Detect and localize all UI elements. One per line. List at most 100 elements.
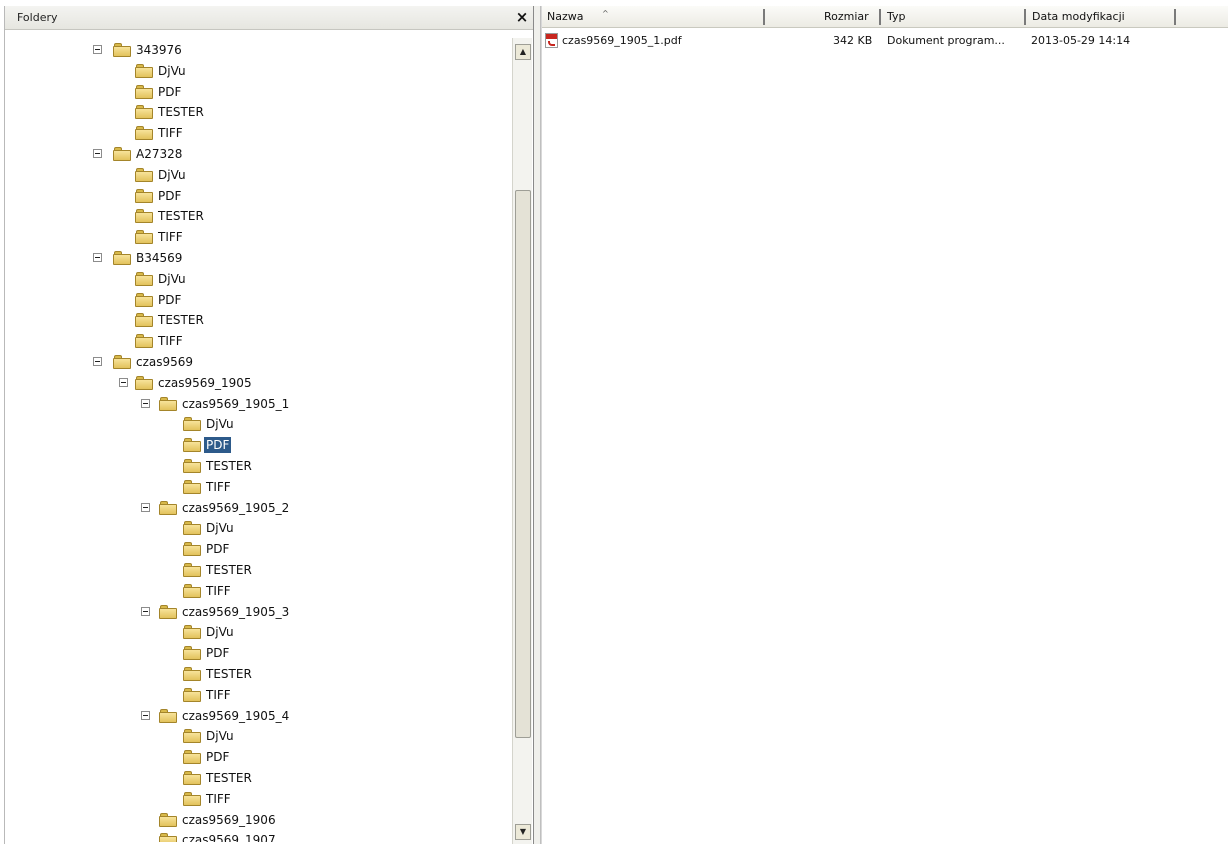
tree-node[interactable]: czas9569_1905_2: [5, 498, 505, 519]
tree-node[interactable]: czas9569_1905_1: [5, 394, 505, 415]
folder-icon: [183, 438, 201, 453]
tree-node[interactable]: A27328: [5, 144, 505, 165]
tree-node[interactable]: TESTER: [5, 206, 505, 227]
tree-node[interactable]: TIFF: [5, 477, 505, 498]
collapse-minus-icon[interactable]: [93, 357, 102, 366]
tree-node[interactable]: 343976: [5, 40, 505, 61]
folder-icon: [159, 812, 177, 827]
tree-node[interactable]: czas9569_1905_3: [5, 602, 505, 623]
tree-node-label: TESTER: [158, 209, 204, 224]
folder-icon: [135, 209, 153, 224]
tree-node-label: DjVu: [206, 625, 234, 640]
tree-node-label: PDF: [206, 542, 230, 557]
tree-node-label: DjVu: [206, 417, 234, 432]
column-resize-handle[interactable]: [879, 9, 881, 25]
tree-node[interactable]: DjVu: [5, 269, 505, 290]
column-resize-handle[interactable]: [1024, 9, 1026, 25]
folder-icon: [159, 500, 177, 515]
tree-node[interactable]: TIFF: [5, 685, 505, 706]
tree-node-label: czas9569_1905_3: [182, 604, 290, 619]
tree-node[interactable]: PDF: [5, 82, 505, 103]
tree-node-label: A27328: [136, 147, 183, 161]
pane-splitter[interactable]: [533, 6, 541, 844]
folder-tree-scrollbar[interactable]: ▲ ▼: [512, 38, 532, 844]
collapse-minus-icon[interactable]: [119, 377, 128, 387]
tree-node-label: TESTER: [206, 563, 252, 577]
folder-icon: [183, 791, 201, 806]
folder-icon: [113, 251, 131, 265]
tree-node[interactable]: PDF: [5, 186, 505, 207]
tree-node[interactable]: czas9569_1906: [5, 810, 505, 831]
folder-icon: [135, 63, 153, 78]
tree-node-label: TESTER: [206, 771, 252, 785]
scroll-down-arrow-icon[interactable]: ▼: [515, 824, 531, 840]
tree-node[interactable]: DjVu: [5, 414, 505, 435]
column-header-modified[interactable]: Data modyfikacji: [1027, 6, 1179, 28]
tree-node[interactable]: DjVu: [5, 622, 505, 643]
tree-node[interactable]: PDF: [5, 435, 505, 456]
folder-icon: [159, 833, 177, 842]
folder-icon: [135, 105, 153, 120]
tree-node[interactable]: TIFF: [5, 123, 505, 144]
collapse-minus-icon[interactable]: [141, 606, 150, 616]
tree-node[interactable]: TIFF: [5, 331, 505, 352]
tree-node-label: PDF: [206, 646, 230, 661]
folder-tree: 343976 DjVu PDF TESTER TIFF A27328 DjVu PDF TEST…: [5, 30, 511, 842]
tree-node[interactable]: TESTER: [5, 664, 505, 685]
tree-node-label: DjVu: [206, 521, 234, 536]
folder-icon: [183, 563, 201, 577]
column-header-name[interactable]: Nazwa ^: [542, 6, 766, 28]
tree-node-label: PDF: [158, 84, 182, 99]
tree-node-label: PDF: [158, 188, 182, 203]
folder-icon: [135, 167, 153, 182]
tree-node[interactable]: DjVu: [5, 61, 505, 82]
tree-node[interactable]: PDF: [5, 643, 505, 664]
tree-node[interactable]: TESTER: [5, 310, 505, 331]
tree-node[interactable]: TIFF: [5, 581, 505, 602]
tree-node[interactable]: czas9569_1905_4: [5, 706, 505, 727]
folder-icon: [183, 750, 201, 765]
tree-node[interactable]: TESTER: [5, 768, 505, 789]
tree-node-label: PDF: [158, 292, 182, 307]
collapse-minus-icon[interactable]: [93, 253, 102, 262]
tree-node-label: TESTER: [206, 667, 252, 681]
tree-node[interactable]: czas9569: [5, 352, 505, 373]
folder-icon: [135, 84, 153, 99]
folders-pane: Foldery × 343976 DjVu PDF TESTER TIFF A27328 D…: [4, 6, 533, 844]
tree-node[interactable]: czas9569_1907: [5, 830, 505, 842]
tree-node[interactable]: TESTER: [5, 102, 505, 123]
tree-node[interactable]: TESTER: [5, 456, 505, 477]
collapse-minus-icon[interactable]: [141, 398, 150, 408]
collapse-minus-icon[interactable]: [93, 149, 102, 158]
folder-icon: [135, 271, 153, 286]
column-header-type[interactable]: Typ: [882, 6, 1027, 28]
column-resize-handle[interactable]: [1174, 9, 1176, 25]
tree-node[interactable]: czas9569_1905: [5, 373, 505, 394]
tree-node[interactable]: PDF: [5, 539, 505, 560]
folder-icon: [135, 292, 153, 307]
collapse-minus-icon[interactable]: [93, 45, 102, 54]
tree-node[interactable]: DjVu: [5, 165, 505, 186]
tree-node[interactable]: TESTER: [5, 560, 505, 581]
collapse-minus-icon[interactable]: [141, 710, 150, 720]
folder-icon: [159, 396, 177, 411]
tree-node[interactable]: TIFF: [5, 227, 505, 248]
tree-node[interactable]: PDF: [5, 747, 505, 768]
tree-node-label: czas9569_1905_1: [182, 396, 290, 411]
column-header-size[interactable]: Rozmiar: [766, 6, 882, 28]
tree-node[interactable]: DjVu: [5, 518, 505, 539]
tree-node[interactable]: B34569: [5, 248, 505, 269]
tree-node[interactable]: TIFF: [5, 789, 505, 810]
tree-node-label: czas9569: [136, 355, 194, 369]
tree-node-label: TESTER: [158, 313, 204, 328]
file-row[interactable]: czas9569_1905_1.pdf 342 KB Dokument prog…: [542, 31, 1228, 51]
folder-icon: [135, 126, 153, 141]
close-icon[interactable]: ×: [514, 9, 530, 25]
column-resize-handle[interactable]: [763, 9, 765, 25]
tree-node[interactable]: PDF: [5, 290, 505, 311]
scroll-up-arrow-icon[interactable]: ▲: [515, 44, 531, 60]
folder-icon: [159, 604, 177, 619]
scrollbar-thumb[interactable]: [515, 190, 531, 738]
collapse-minus-icon[interactable]: [141, 502, 150, 512]
tree-node[interactable]: DjVu: [5, 726, 505, 747]
